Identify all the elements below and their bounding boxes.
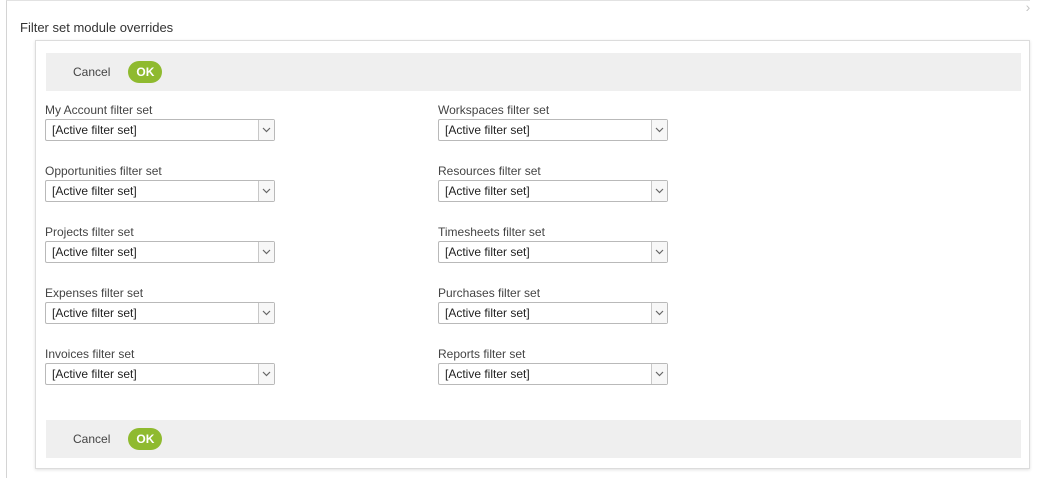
cancel-button[interactable]: Cancel: [73, 65, 110, 79]
my-account-filter-select[interactable]: [Active filter set]: [45, 119, 275, 141]
reports-filter-select[interactable]: [Active filter set]: [438, 363, 668, 385]
select-value: [Active filter set]: [52, 245, 137, 259]
field-resources: Resources filter set [Active filter set]: [438, 164, 670, 202]
dialog-title: Filter set module overrides: [20, 20, 174, 35]
field-timesheets: Timesheets filter set [Active filter set…: [438, 225, 670, 263]
select-value: [Active filter set]: [445, 367, 530, 381]
select-value: [Active filter set]: [445, 306, 530, 320]
field-label: Timesheets filter set: [438, 225, 545, 239]
field-projects: Projects filter set [Active filter set]: [45, 225, 277, 263]
ok-button[interactable]: OK: [128, 61, 163, 83]
purchases-filter-select[interactable]: [Active filter set]: [438, 302, 668, 324]
page: Filter set module overrides Cancel OK My…: [0, 0, 1037, 478]
field-invoices: Invoices filter set [Active filter set]: [45, 347, 277, 385]
select-value: [Active filter set]: [445, 184, 530, 198]
select-value: [Active filter set]: [52, 367, 137, 381]
select-value: [Active filter set]: [52, 123, 137, 137]
chevron-down-icon[interactable]: [651, 303, 667, 323]
chevron-down-icon[interactable]: [258, 181, 274, 201]
chevron-down-icon[interactable]: [651, 364, 667, 384]
field-label: My Account filter set: [45, 103, 153, 117]
timesheets-filter-select[interactable]: [Active filter set]: [438, 241, 668, 263]
expenses-filter-select[interactable]: [Active filter set]: [45, 302, 275, 324]
chevron-down-icon[interactable]: [258, 364, 274, 384]
close-icon[interactable]: ›: [1022, 0, 1034, 16]
field-purchases: Purchases filter set [Active filter set]: [438, 286, 670, 324]
select-value: [Active filter set]: [52, 306, 137, 320]
select-value: [Active filter set]: [445, 245, 530, 259]
field-label: Workspaces filter set: [438, 103, 550, 117]
chevron-down-icon[interactable]: [258, 120, 274, 140]
field-label: Reports filter set: [438, 347, 526, 361]
ok-button[interactable]: OK: [128, 428, 163, 450]
resources-filter-select[interactable]: [Active filter set]: [438, 180, 668, 202]
field-my-account: My Account filter set [Active filter set…: [45, 103, 277, 141]
top-action-bar: Cancel OK: [46, 53, 1021, 91]
projects-filter-select[interactable]: [Active filter set]: [45, 241, 275, 263]
chevron-down-icon[interactable]: [258, 242, 274, 262]
workspaces-filter-select[interactable]: [Active filter set]: [438, 119, 668, 141]
field-label: Projects filter set: [45, 225, 134, 239]
chevron-down-icon[interactable]: [651, 120, 667, 140]
opportunities-filter-select[interactable]: [Active filter set]: [45, 180, 275, 202]
field-reports: Reports filter set [Active filter set]: [438, 347, 670, 385]
field-opportunities: Opportunities filter set [Active filter …: [45, 164, 277, 202]
chevron-down-icon[interactable]: [258, 303, 274, 323]
field-label: Purchases filter set: [438, 286, 541, 300]
field-label: Expenses filter set: [45, 286, 144, 300]
field-label: Opportunities filter set: [45, 164, 162, 178]
chevron-down-icon[interactable]: [651, 181, 667, 201]
overrides-panel: Cancel OK My Account filter set [Active …: [35, 40, 1030, 469]
cancel-button[interactable]: Cancel: [73, 432, 110, 446]
field-workspaces: Workspaces filter set [Active filter set…: [438, 103, 670, 141]
dialog: Filter set module overrides Cancel OK My…: [6, 0, 1030, 478]
bottom-action-bar: Cancel OK: [46, 420, 1021, 458]
select-value: [Active filter set]: [52, 184, 137, 198]
field-label: Resources filter set: [438, 164, 541, 178]
field-expenses: Expenses filter set [Active filter set]: [45, 286, 277, 324]
chevron-down-icon[interactable]: [651, 242, 667, 262]
invoices-filter-select[interactable]: [Active filter set]: [45, 363, 275, 385]
select-value: [Active filter set]: [445, 123, 530, 137]
field-label: Invoices filter set: [45, 347, 135, 361]
